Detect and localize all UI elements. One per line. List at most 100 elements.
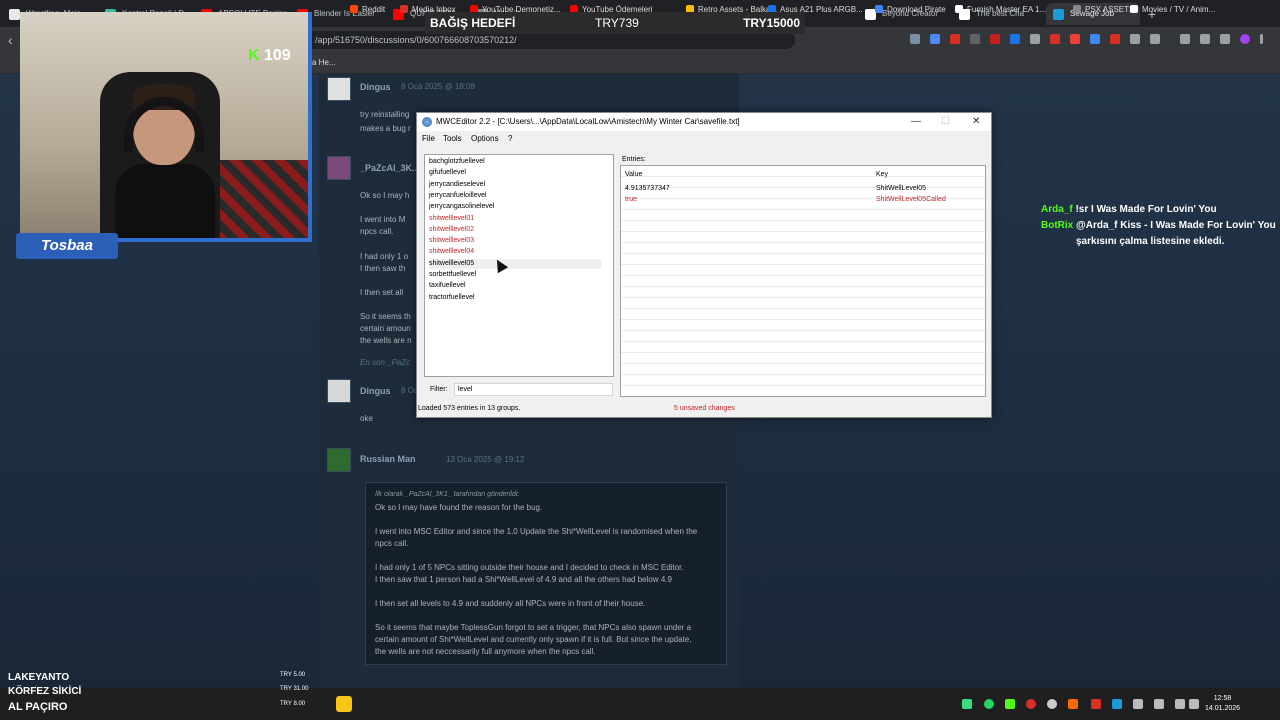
key-list-item[interactable]: sorbettfuellevel [429,271,476,278]
post-date: 13 Oca 2025 @ 19:12 [446,455,525,464]
key-list-item[interactable]: shitwelllevel01 [429,215,474,222]
menu-help[interactable]: ? [508,134,512,143]
tray-icon[interactable] [1091,699,1101,709]
column-header-value[interactable]: Value [625,171,642,178]
bookmark-item[interactable]: a He... [312,58,336,67]
bookmark-item[interactable]: PSX ASSETS [1073,5,1134,14]
bookmark-item[interactable]: Movies / TV / Anim... [1130,5,1215,14]
chat-text: !sr I Was Made For Lovin' You [1075,204,1217,215]
back-arrow-icon[interactable]: ‹ [8,32,13,48]
filter-input[interactable]: level [454,383,613,396]
donation-label: BAĞIŞ HEDEFİ [430,16,516,30]
steam-icon[interactable] [1112,699,1122,709]
extension-icon[interactable] [930,34,940,44]
tray-icon[interactable] [1026,699,1036,709]
donor-amount: TRY 5.00 [280,672,306,678]
tab-favicon-icon [1053,9,1064,20]
tray-icon[interactable] [1005,699,1015,709]
post-text: I then set all [360,288,404,297]
avatar[interactable] [327,448,351,472]
chat-message: BotRix @Arda_f Kiss - I Was Made For Lov… [1041,220,1276,231]
post-text: try reinstalling [360,110,410,119]
extension-icon[interactable] [970,34,980,44]
status-loaded: Loaded 573 entries in 13 groups. [418,405,521,412]
post-author[interactable]: Dingus [360,82,391,92]
extension-icon[interactable] [1090,34,1100,44]
key-list-item[interactable]: taxifuellevel [429,282,466,289]
bookmark-label: PSX ASSETS [1085,5,1135,14]
bookmark-item[interactable]: Download Pirate [875,5,946,14]
key-list-item[interactable]: shitwelllevel05 [429,260,474,267]
extension-icon[interactable] [1030,34,1040,44]
key-list-item[interactable]: shitwelllevel03 [429,237,474,244]
entry-value[interactable]: true [625,196,637,203]
post-author[interactable]: _PaZcAl_3K... [360,163,420,173]
avatar[interactable] [327,77,351,101]
key-list-item[interactable]: jerrycangasolinelevel [429,203,494,210]
avatar[interactable] [327,379,351,403]
post-text: Ok so I may h [360,191,410,200]
menu-options[interactable]: Options [471,134,499,143]
microphone-icon[interactable] [1154,699,1164,709]
extension-icon[interactable] [1070,34,1080,44]
extension-icon[interactable] [990,34,1000,44]
key-list-item[interactable]: gifufuellevel [429,169,466,176]
extension-icon[interactable] [910,34,920,44]
quote-line: I had only 1 of 5 NPCs sitting outside t… [375,563,684,572]
clock-time: 12:58 [1213,695,1232,702]
bookmark-item[interactable]: Reddit [350,5,385,14]
extension-icon[interactable] [1110,34,1120,44]
profile-icon[interactable] [1240,34,1250,44]
key-list-item[interactable]: tractorfuellevel [429,294,475,301]
menu-file[interactable]: File [422,134,435,143]
post-text: npcs call. [360,227,394,236]
key-list-item[interactable]: jerrycandieselevel [429,181,485,188]
key-list-item[interactable]: shitwelllevel04 [429,248,474,255]
sidebar-icon[interactable] [1220,34,1230,44]
bookmark-label: Movies / TV / Anim... [1142,5,1216,14]
key-list-item[interactable]: jerrycanfueloillevel [429,192,487,199]
volume-icon[interactable] [1189,699,1199,709]
donor-amount: TRY 8.00 [280,701,306,707]
close-icon[interactable]: ✕ [972,116,980,127]
puzzle-icon[interactable] [1130,34,1140,44]
app-taskbar-icon[interactable] [336,696,352,712]
bookmark-label: Download Pirate [887,5,946,14]
menu-tools[interactable]: Tools [443,134,462,143]
whatsapp-icon[interactable] [984,699,994,709]
extension-icon[interactable] [1050,34,1060,44]
network-icon[interactable] [1175,699,1185,709]
music-icon[interactable] [1200,34,1210,44]
entry-key[interactable]: ShitWellLevel05 [876,185,926,192]
post-text: the wells are n [360,336,412,345]
tray-icon[interactable] [1133,699,1143,709]
key-list-item[interactable]: shitwelllevel02 [429,226,474,233]
key-list[interactable]: bachglotzfuellevel gifufuellevel jerrycand… [424,154,614,377]
avatar[interactable] [327,156,351,180]
column-header-key[interactable]: Key [876,171,888,178]
post-author[interactable]: Russian Man [360,454,416,464]
key-list-item[interactable]: bachglotzfuellevel [429,158,485,165]
streamer-body [115,164,215,238]
minimize-icon[interactable]: — [911,116,921,127]
quote-line: I then saw that 1 person had a Shi*WellL… [375,575,672,584]
post-author[interactable]: Dingus [360,386,391,396]
tray-icon[interactable] [1068,699,1078,709]
entry-key[interactable]: ShitWellLevel05Called [876,196,946,203]
chat-text: @Arda_f Kiss - I Was Made For Lovin' You [1076,220,1276,231]
bookmark-item[interactable]: Furnish Master EA 1... [955,5,1046,14]
maximize-icon[interactable]: ☐ [941,116,950,127]
menu-icon[interactable] [1260,34,1263,44]
tray-icon[interactable] [962,699,972,709]
download-icon[interactable] [1180,34,1190,44]
kick-icon: K [248,47,264,64]
clock[interactable]: 12:58 14.01.2026 [1205,694,1240,714]
extension-icon[interactable] [1010,34,1020,44]
extension-icon[interactable] [950,34,960,44]
entry-value[interactable]: 4.9135737347 [625,185,670,192]
post-text: makes a bug r [360,124,411,133]
bookmark-icon[interactable] [1150,34,1160,44]
quote-block: İlk olarak _PaZcAl_3K1_ tarafından gönde… [365,482,727,665]
quote-line: the wells are not neccessarily full anym… [375,647,596,656]
tray-icon[interactable] [1047,699,1057,709]
